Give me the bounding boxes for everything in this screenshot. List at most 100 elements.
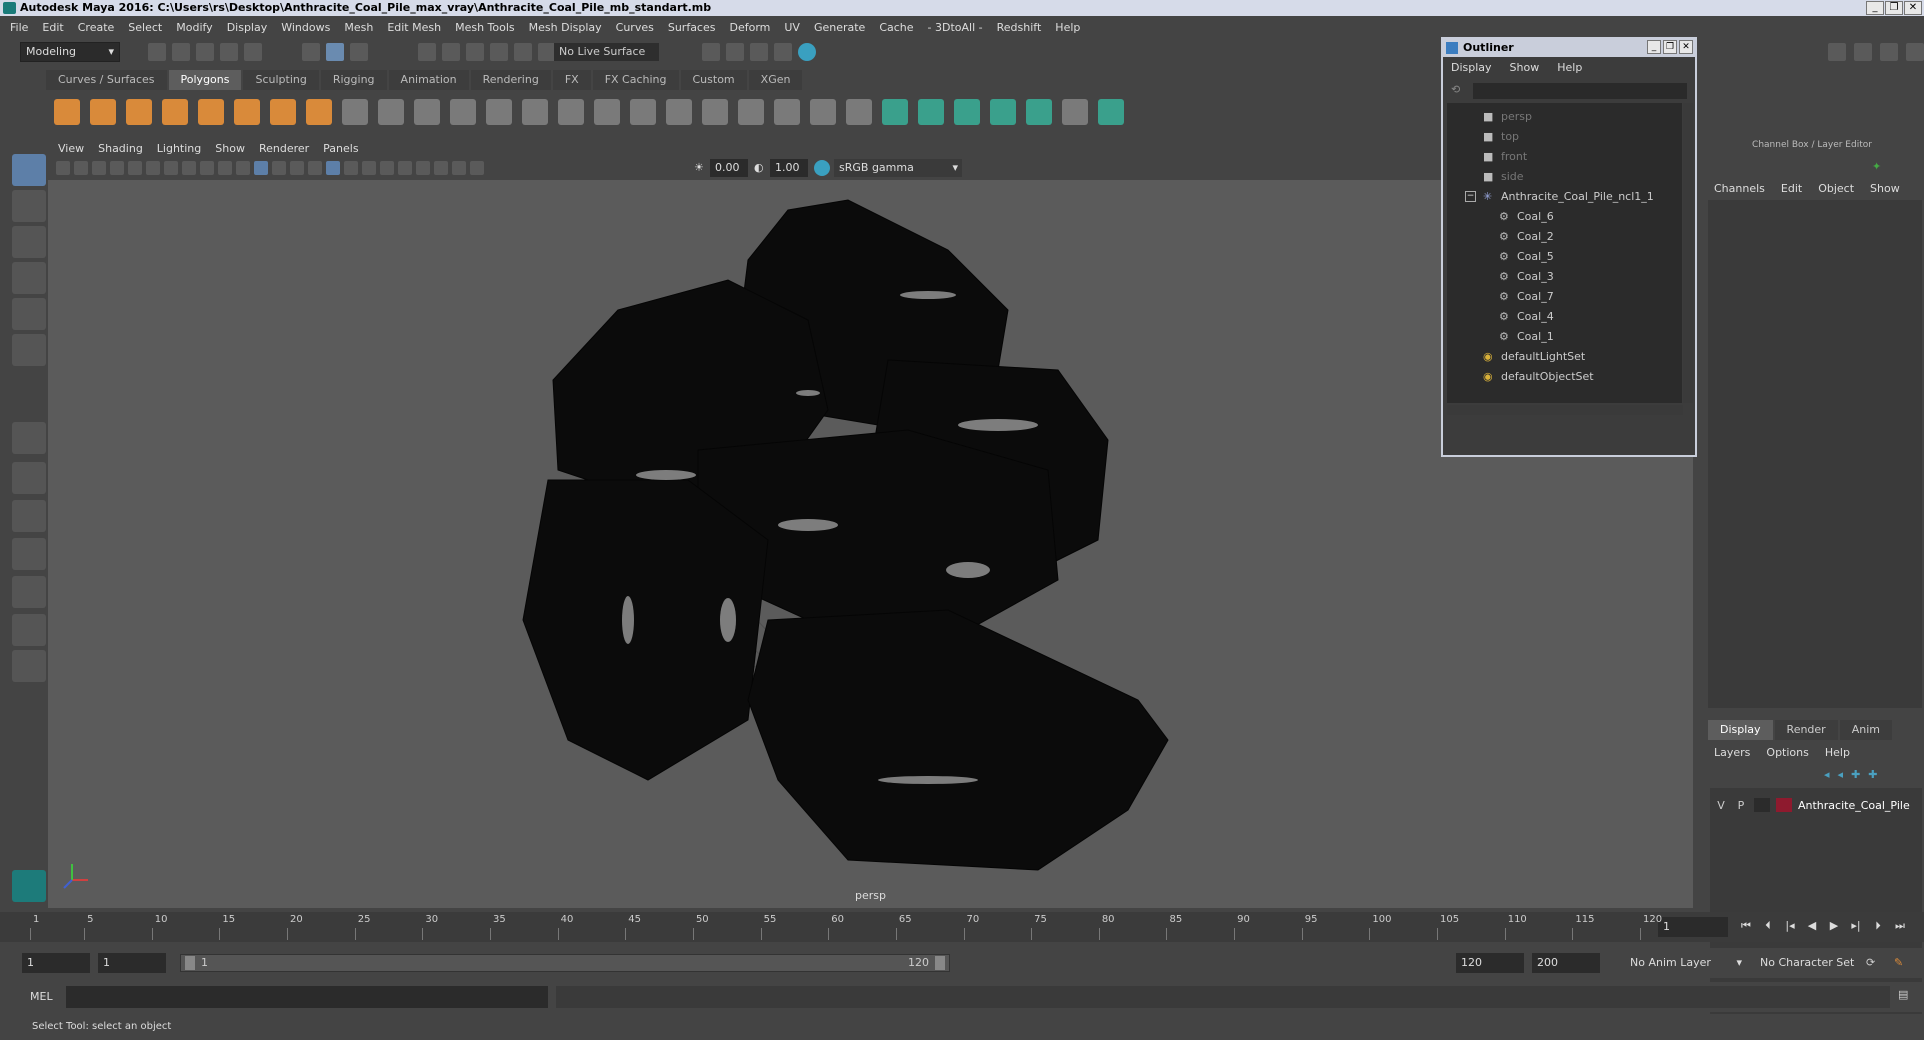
menu-mesh-tools[interactable]: Mesh Tools	[455, 21, 515, 34]
channel-box-menu-show[interactable]: Show	[1870, 182, 1900, 195]
outliner-item[interactable]: ■ side	[1483, 167, 1524, 187]
persp-graph-layout-icon[interactable]	[12, 576, 46, 608]
xray-icon[interactable]	[434, 161, 448, 175]
channel-box-options-icon[interactable]: ✦	[1872, 160, 1888, 176]
extract-icon[interactable]	[414, 99, 440, 125]
planar-uv-icon[interactable]	[882, 99, 908, 125]
new-layer-icon[interactable]: ✚	[1851, 768, 1860, 781]
move-tool-icon[interactable]	[12, 262, 46, 294]
checker-map-icon[interactable]	[1062, 99, 1088, 125]
select-hierarchy-icon[interactable]	[302, 43, 320, 61]
layer-type-toggle[interactable]	[1754, 798, 1770, 812]
snap-surface-icon[interactable]	[514, 43, 532, 61]
bookmark-icon[interactable]	[92, 161, 106, 175]
outliner-item[interactable]: ■ top	[1483, 127, 1519, 147]
wireframe-on-shaded-icon[interactable]	[290, 161, 304, 175]
attribute-editor-icon[interactable]	[1854, 43, 1872, 61]
persp-outliner-layout-icon[interactable]	[12, 538, 46, 570]
automatic-uv-icon[interactable]	[990, 99, 1016, 125]
exposure-field[interactable]: 0.00	[710, 159, 748, 177]
tool-settings-icon[interactable]	[1880, 43, 1898, 61]
panel-menu-shading[interactable]: Shading	[98, 142, 143, 155]
scale-tool-icon[interactable]	[12, 334, 46, 366]
extrude-icon[interactable]	[594, 99, 620, 125]
layer-row[interactable]: V P Anthracite_Coal_Pile	[1714, 796, 1918, 814]
step-back-frame-icon[interactable]: |◂	[1782, 919, 1798, 933]
poly-cube-icon[interactable]	[90, 99, 116, 125]
layer-tab-display[interactable]: Display	[1708, 720, 1773, 740]
open-scene-icon[interactable]	[172, 43, 190, 61]
menu-deform[interactable]: Deform	[729, 21, 770, 34]
menu-file[interactable]: File	[10, 21, 28, 34]
camera-select-icon[interactable]	[56, 161, 70, 175]
safe-action-icon[interactable]	[218, 161, 232, 175]
animation-start-field[interactable]: 1	[22, 953, 90, 973]
move-layer-up-icon[interactable]: ◂	[1824, 768, 1830, 781]
panel-menu-panels[interactable]: Panels	[323, 142, 358, 155]
outliner-item[interactable]: ◉ defaultObjectSet	[1483, 367, 1594, 387]
outliner-vertical-scrollbar[interactable]	[1683, 103, 1693, 403]
maya-home-icon[interactable]	[12, 870, 46, 902]
image-plane-icon[interactable]	[110, 161, 124, 175]
spherical-uv-icon[interactable]	[954, 99, 980, 125]
panel-menu-renderer[interactable]: Renderer	[259, 142, 309, 155]
snap-curve-icon[interactable]	[442, 43, 460, 61]
range-start-handle[interactable]	[185, 956, 195, 970]
menu-modify[interactable]: Modify	[176, 21, 212, 34]
hypershade-icon[interactable]	[798, 43, 816, 61]
grid-toggle-icon[interactable]	[128, 161, 142, 175]
shelf-tab-rigging[interactable]: Rigging	[320, 70, 387, 90]
ipr-render-icon[interactable]	[750, 43, 768, 61]
layer-tab-anim[interactable]: Anim	[1839, 720, 1892, 740]
mode-selector[interactable]: Modeling ▾	[20, 42, 120, 62]
separate-icon[interactable]	[378, 99, 404, 125]
outliner-item[interactable]: ⚙ Coal_4	[1499, 307, 1554, 327]
shelf-tab-rendering[interactable]: Rendering	[470, 70, 551, 90]
new-scene-icon[interactable]	[148, 43, 166, 61]
gamma-field[interactable]: 1.00	[770, 159, 808, 177]
menu-help[interactable]: Help	[1055, 21, 1080, 34]
layer-color-swatch[interactable]	[1776, 798, 1792, 812]
paint-select-tool-icon[interactable]	[12, 226, 46, 258]
outliner-search-input[interactable]	[1473, 83, 1687, 99]
outliner-item[interactable]: ⚙ Coal_7	[1499, 287, 1554, 307]
select-object-icon[interactable]	[326, 43, 344, 61]
range-slider[interactable]: 1 120	[180, 954, 950, 972]
panel-menu-view[interactable]: View	[58, 142, 84, 155]
field-chart-icon[interactable]	[200, 161, 214, 175]
shelf-tab-animation[interactable]: Animation	[388, 70, 469, 90]
hypershade-layout-icon[interactable]	[12, 614, 46, 646]
snap-view-icon[interactable]	[490, 43, 508, 61]
select-component-icon[interactable]	[350, 43, 368, 61]
redo-icon[interactable]	[244, 43, 262, 61]
shadows-icon[interactable]	[344, 161, 358, 175]
lasso-tool-icon[interactable]	[12, 190, 46, 222]
channel-box-toggle-icon[interactable]	[1906, 43, 1924, 61]
outliner-menu-display[interactable]: Display	[1451, 61, 1492, 74]
save-scene-icon[interactable]	[196, 43, 214, 61]
shelf-tab-curves-surfaces[interactable]: Curves / Surfaces	[46, 70, 167, 90]
outliner-maximize-button[interactable]: ❐	[1663, 40, 1677, 54]
menu-mesh[interactable]: Mesh	[344, 21, 373, 34]
bevel-icon[interactable]	[666, 99, 692, 125]
channel-box-menu-object[interactable]: Object	[1818, 182, 1854, 195]
menu-curves[interactable]: Curves	[616, 21, 654, 34]
range-end-handle[interactable]	[935, 956, 945, 970]
step-back-key-icon[interactable]: ⏴	[1760, 919, 1776, 933]
poly-sphere-icon[interactable]	[54, 99, 80, 125]
four-pane-layout-icon[interactable]	[12, 462, 46, 494]
shelf-tab-fx-caching[interactable]: FX Caching	[592, 70, 679, 90]
insert-edge-loop-icon[interactable]	[810, 99, 836, 125]
layer-playback-toggle[interactable]: P	[1734, 799, 1748, 812]
shelf-tab-xgen[interactable]: XGen	[748, 70, 803, 90]
wireframe-icon[interactable]	[254, 161, 268, 175]
screen-space-ao-icon[interactable]	[362, 161, 376, 175]
rotate-tool-icon[interactable]	[12, 298, 46, 330]
offset-edge-loop-icon[interactable]	[846, 99, 872, 125]
render-settings-icon[interactable]	[774, 43, 792, 61]
layer-menu-layers[interactable]: Layers	[1714, 746, 1750, 759]
outliner-item[interactable]: ■ persp	[1483, 107, 1532, 127]
outliner-close-button[interactable]: ✕	[1679, 40, 1693, 54]
outliner-menu-show[interactable]: Show	[1510, 61, 1540, 74]
outliner-item[interactable]: ⚙ Coal_3	[1499, 267, 1554, 287]
